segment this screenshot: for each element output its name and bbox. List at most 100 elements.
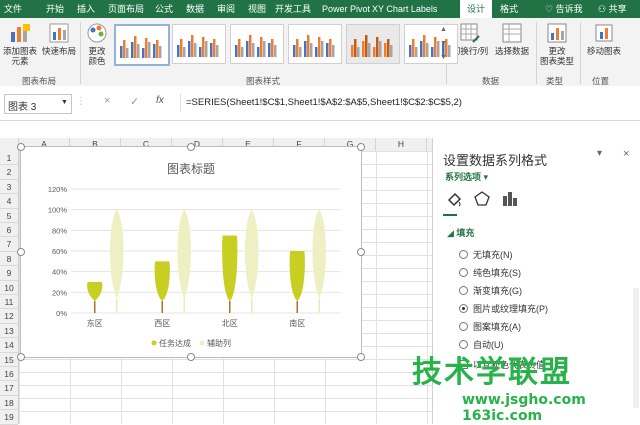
resize-handle-4[interactable] (357, 248, 365, 256)
chart-style-preview-icon (235, 35, 277, 57)
menu-tab-2[interactable]: 插入 (77, 0, 95, 18)
radio-button (459, 268, 468, 277)
pane-scrollbar[interactable] (633, 288, 639, 408)
chart-area[interactable]: 图表标题 0% 20% 40% 60% 80% 100% 120% 东区 西区 北区 南区 任务达成 辅助… (17, 143, 365, 361)
bar-helper-0[interactable] (109, 209, 124, 299)
chart-style-thumb-2[interactable] (172, 24, 226, 64)
menu-tab-5[interactable]: 数据 (186, 0, 204, 18)
row-header-6[interactable]: 6 (0, 223, 18, 238)
chart-style-thumb-4[interactable] (288, 24, 342, 64)
gallery-more-icon[interactable]: ▼ (440, 54, 447, 61)
row-header-15[interactable]: 15 (0, 353, 18, 367)
add-chart-element-button[interactable]: 添加图表 元素 (2, 22, 38, 66)
column-header-H[interactable]: H (376, 138, 427, 151)
bar-task-2[interactable] (222, 235, 238, 302)
select-all-corner[interactable] (0, 138, 19, 151)
row-header-5[interactable]: 5 (0, 209, 18, 223)
bar-task-3[interactable] (289, 251, 305, 301)
menu-tab-8[interactable]: 开发工具 (275, 0, 311, 18)
row-header-18[interactable]: 18 (0, 396, 18, 411)
chart-legend[interactable]: 任务达成 辅助列 (151, 338, 232, 348)
chart-style-thumb-3[interactable] (230, 24, 284, 64)
fill-option-2[interactable]: 渐变填充(G) (459, 284, 522, 297)
fill-section-header[interactable]: ◢ 填充 (447, 226, 474, 239)
palette-icon (87, 23, 107, 43)
row-header-13[interactable]: 13 (0, 324, 18, 339)
change-chart-type-button[interactable]: 更改 图表类型 (538, 22, 576, 66)
chart-style-thumb-6[interactable] (404, 24, 458, 64)
chart-style-thumb-1[interactable] (114, 24, 170, 66)
formula-input[interactable]: =SERIES(Sheet1!$C$1,Sheet1!$A$2:$A$5,She… (186, 97, 462, 108)
select-data-button[interactable]: 选择数据 (492, 22, 532, 56)
chart-style-preview-icon (177, 35, 219, 57)
row-header-19[interactable]: 19 (0, 410, 18, 425)
bar-task-1[interactable] (154, 261, 170, 301)
gallery-scroll-down-icon[interactable]: ▼ (440, 40, 447, 47)
menu-tab-10[interactable]: XY Chart Labels (372, 0, 437, 18)
name-box[interactable]: 图表 3 ▼ (4, 94, 72, 114)
row-header-11[interactable]: 11 (0, 295, 18, 310)
move-chart-button[interactable]: 移动图表 (582, 22, 626, 56)
watermark-logo: 技术学联盟 (412, 355, 572, 390)
quick-layout-button[interactable]: 快速布局 (40, 22, 78, 56)
row-header-12[interactable]: 12 (0, 309, 18, 324)
row-header-3[interactable]: 3 (0, 180, 18, 195)
share-button[interactable]: ⚇ 共享 (598, 0, 627, 18)
fill-line-icon[interactable] (445, 190, 463, 208)
menu-tab-9[interactable]: Power Pivot (322, 0, 370, 18)
menu-tab-12[interactable]: 格式 (500, 0, 518, 18)
lightbulb-icon: ♡ (545, 4, 556, 14)
fill-option-1[interactable]: 纯色填充(S) (459, 266, 521, 279)
row-header-9[interactable]: 9 (0, 266, 18, 281)
menu-tab-3[interactable]: 页面布局 (108, 0, 144, 18)
fill-option-0[interactable]: 无填充(N) (459, 248, 513, 261)
menu-tab-0[interactable]: 文件 (4, 0, 22, 18)
row-header-2[interactable]: 2 (0, 165, 18, 180)
series-options-dropdown[interactable]: 系列选项 ▾ (445, 170, 488, 183)
resize-handle-5[interactable] (17, 353, 25, 361)
pane-menu-arrow-icon[interactable]: ▾ (597, 148, 602, 159)
resize-handle-6[interactable] (187, 353, 195, 361)
row-header-17[interactable]: 17 (0, 381, 18, 396)
ribbon: 添加图表 元素 快速布局 图表布局 更改 颜色 图表样式 切换行/列 选择数据 数据… (0, 18, 640, 87)
row-header-4[interactable]: 4 (0, 194, 18, 209)
separator (580, 22, 581, 84)
resize-handle-3[interactable] (17, 248, 25, 256)
resize-handle-0[interactable] (17, 143, 25, 151)
change-colors-button[interactable]: 更改 颜色 (84, 22, 110, 66)
close-icon[interactable]: × (623, 148, 629, 160)
row-header-14[interactable]: 14 (0, 338, 18, 353)
resize-handle-1[interactable] (187, 143, 195, 151)
row-header-10[interactable]: 10 (0, 281, 18, 295)
x-tick-label: 东区 (87, 318, 103, 328)
fill-option-3[interactable]: 图片或纹理填充(P) (459, 302, 548, 315)
bar-helper-2[interactable] (244, 209, 259, 299)
bar-helper-1[interactable] (177, 209, 192, 299)
tell-me-search[interactable]: ♡ 告诉我 (545, 0, 583, 18)
menu-tab-7[interactable]: 视图 (248, 0, 266, 18)
gallery-scroll-up-icon[interactable]: ▲ (440, 26, 447, 33)
resize-handle-2[interactable] (357, 143, 365, 151)
radio-button (459, 286, 468, 295)
series-options-bars-icon[interactable] (501, 190, 519, 208)
resize-handle-7[interactable] (357, 353, 365, 361)
row-header-16[interactable]: 16 (0, 367, 18, 382)
bar-helper-3[interactable] (312, 209, 327, 299)
fill-option-4[interactable]: 图案填充(A) (459, 320, 521, 333)
x-tick-label: 西区 (154, 319, 170, 328)
menu-tab-1[interactable]: 开始 (46, 0, 64, 18)
chart-style-thumb-5[interactable] (346, 24, 400, 64)
effects-pentagon-icon[interactable] (473, 190, 491, 208)
bar-task-0[interactable] (87, 282, 103, 301)
row-header-1[interactable]: 1 (0, 151, 18, 166)
menu-tab-4[interactable]: 公式 (155, 0, 173, 18)
chart-svg: 图表标题 0% 20% 40% 60% 80% 100% 120% 东区 西区 北区 南区任务达成 辅助… (48, 162, 341, 348)
row-header-8[interactable]: 8 (0, 252, 18, 267)
confirm-icon[interactable]: ✓ (130, 95, 139, 108)
chart-title[interactable]: 图表标题 (167, 162, 215, 176)
fx-icon[interactable]: fx (156, 95, 164, 106)
row-header-7[interactable]: 7 (0, 237, 18, 252)
cancel-icon[interactable]: × (104, 95, 110, 107)
menu-tab-6[interactable]: 审阅 (217, 0, 235, 18)
menu-tab-11[interactable]: 设计 (460, 0, 492, 18)
